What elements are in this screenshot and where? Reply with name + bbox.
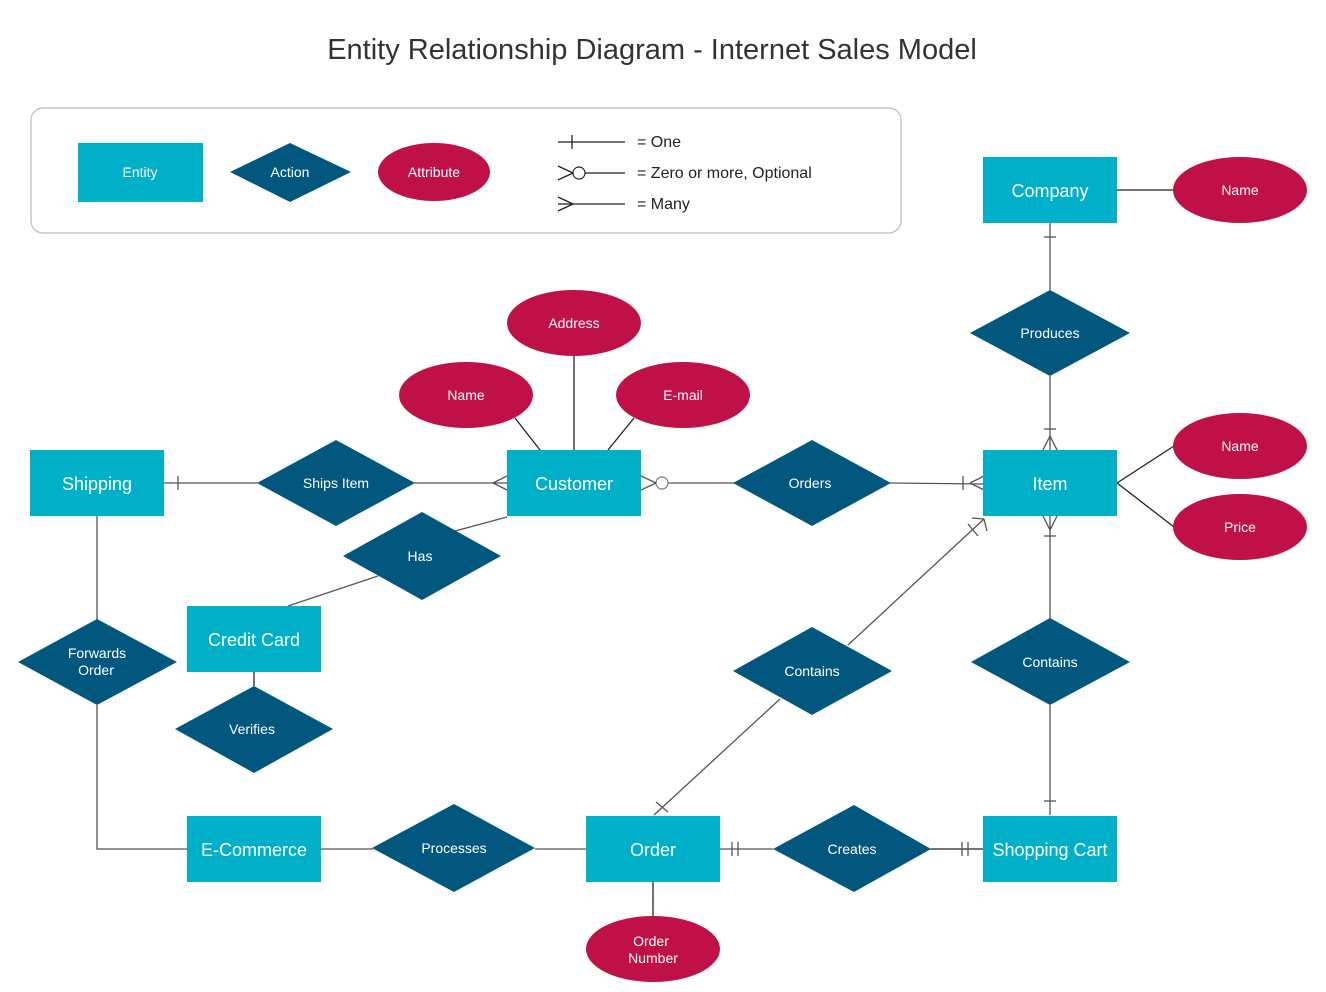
entity-order[interactable]: Order: [586, 816, 720, 882]
action-produces-label: Produces: [1020, 325, 1079, 341]
entity-shipping[interactable]: Shipping: [30, 450, 164, 516]
entity-ecommerce[interactable]: E-Commerce: [187, 816, 321, 882]
action-has-label: Has: [408, 548, 433, 564]
connector-customer-has: [454, 516, 508, 532]
connector-has-creditcard: [287, 575, 379, 607]
entity-shopping-cart-label: Shopping Cart: [992, 840, 1107, 860]
connector-order-contains: [653, 698, 781, 816]
action-forwards-order-label-line1: Forwards: [68, 645, 126, 661]
connectors: [96, 189, 1175, 916]
legend-many-label: = Many: [637, 196, 690, 213]
legend-entity: Entity: [78, 143, 203, 202]
er-diagram: Entity Relationship Diagram - Internet S…: [18, 34, 1307, 982]
legend-attribute-label: Attribute: [408, 164, 460, 180]
diagram-title: Entity Relationship Diagram - Internet S…: [327, 34, 977, 66]
attribute-customer-name-label: Name: [447, 387, 485, 403]
entity-shipping-label: Shipping: [62, 474, 132, 494]
entity-item-label: Item: [1032, 474, 1067, 494]
entity-order-label: Order: [630, 840, 676, 860]
attribute-item-name-label: Name: [1221, 438, 1259, 454]
action-ships-item-label: Ships Item: [303, 475, 369, 491]
legend-entity-label: Entity: [122, 164, 157, 180]
action-contains-order-item-label: Contains: [784, 663, 839, 679]
entity-credit-card[interactable]: Credit Card: [187, 606, 321, 672]
attribute-customer-email-label: E-mail: [663, 387, 703, 403]
entity-ecommerce-label: E-Commerce: [201, 840, 307, 860]
connector-customer-name: [514, 417, 541, 451]
attribute-order-number-label-line1: Order: [633, 933, 669, 949]
action-forwards-order[interactable]: Forwards Order: [18, 619, 177, 705]
entity-company-label: Company: [1011, 181, 1088, 201]
legend: Entity Action Attribute = One = Zero or …: [30, 107, 902, 234]
action-processes[interactable]: Processes: [372, 804, 535, 892]
action-orders[interactable]: Orders: [733, 440, 891, 526]
action-contains-order-item[interactable]: Contains: [733, 627, 892, 715]
action-contains-cart-item[interactable]: Contains: [971, 618, 1130, 705]
action-verifies[interactable]: Verifies: [175, 686, 333, 773]
entity-customer-label: Customer: [535, 474, 613, 494]
attribute-order-number[interactable]: Order Number: [586, 916, 720, 982]
attribute-customer-email[interactable]: E-mail: [616, 362, 750, 428]
legend-zero-or-more-label: = Zero or more, Optional: [637, 165, 812, 182]
attribute-order-number-label-line2: Number: [628, 950, 678, 966]
entity-company[interactable]: Company: [983, 157, 1117, 223]
action-creates[interactable]: Creates: [773, 805, 931, 892]
attribute-item-name[interactable]: Name: [1173, 413, 1307, 479]
attribute-customer-name[interactable]: Name: [399, 362, 533, 428]
action-contains-cart-item-label: Contains: [1022, 654, 1077, 670]
connector-customer-email: [607, 417, 635, 451]
connector-item-name: [1116, 445, 1175, 484]
action-creates-label: Creates: [827, 841, 876, 857]
attribute-customer-address[interactable]: Address: [507, 290, 641, 356]
attribute-company-name-label: Name: [1221, 182, 1259, 198]
connector-forwards-ecommerce: [96, 705, 187, 850]
attribute-item-price-label: Price: [1224, 519, 1256, 535]
legend-action-label: Action: [271, 164, 310, 180]
action-verifies-label: Verifies: [229, 721, 275, 737]
attribute-customer-address-label: Address: [548, 315, 599, 331]
legend-one-label: = One: [637, 134, 681, 151]
action-orders-label: Orders: [789, 475, 832, 491]
action-produces[interactable]: Produces: [970, 290, 1130, 376]
attribute-item-price[interactable]: Price: [1173, 494, 1307, 560]
action-processes-label: Processes: [421, 840, 486, 856]
entity-credit-card-label: Credit Card: [208, 630, 300, 650]
action-ships-item[interactable]: Ships Item: [257, 440, 415, 526]
entity-item[interactable]: Item: [983, 450, 1117, 516]
entity-shopping-cart[interactable]: Shopping Cart: [983, 816, 1117, 882]
legend-attribute: Attribute: [378, 143, 490, 201]
entity-customer[interactable]: Customer: [507, 450, 641, 516]
connector-contains-item: [847, 518, 985, 646]
connector-item-price: [1116, 482, 1175, 528]
attribute-company-name[interactable]: Name: [1173, 157, 1307, 223]
action-forwards-order-label-line2: Order: [78, 662, 114, 678]
